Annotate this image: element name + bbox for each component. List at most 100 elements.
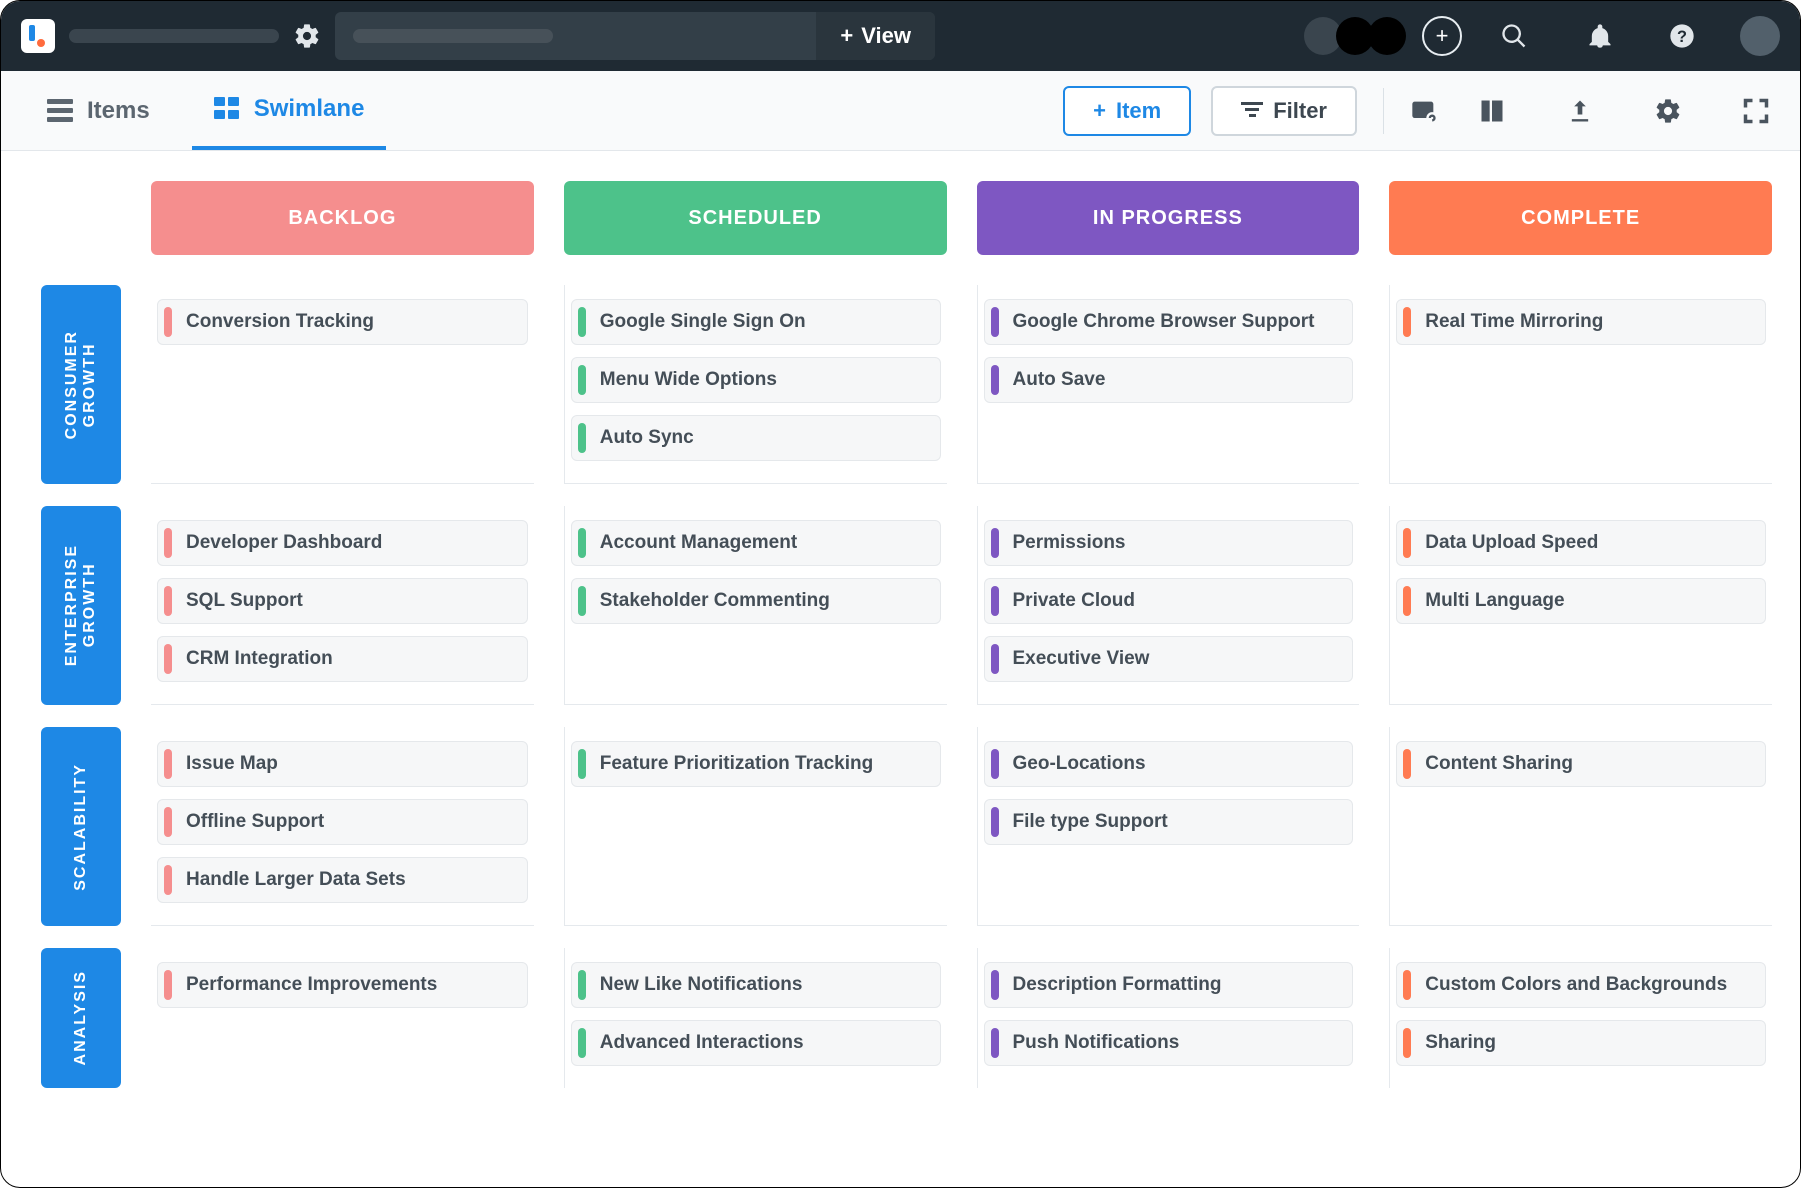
column-header-scheduled[interactable]: SCHEDULED bbox=[564, 181, 947, 255]
status-swatch bbox=[1403, 528, 1411, 559]
layout-icon[interactable] bbox=[1478, 97, 1506, 125]
logo[interactable] bbox=[21, 19, 55, 53]
status-swatch bbox=[578, 307, 586, 338]
card[interactable]: Google Single Sign On bbox=[571, 299, 941, 345]
column-header-label: SCHEDULED bbox=[688, 207, 821, 230]
status-swatch bbox=[991, 749, 999, 780]
add-member-button[interactable]: + bbox=[1422, 16, 1462, 56]
card[interactable]: Stakeholder Commenting bbox=[571, 578, 941, 624]
card-title: Permissions bbox=[1013, 532, 1126, 554]
card[interactable]: Issue Map bbox=[157, 741, 528, 787]
column-header-backlog[interactable]: BACKLOG bbox=[151, 181, 534, 255]
card-title: Push Notifications bbox=[1013, 1032, 1180, 1054]
status-swatch bbox=[578, 1028, 586, 1059]
cell-analysis-inprogress[interactable]: Description Formatting Push Notifications bbox=[977, 948, 1360, 1088]
card[interactable]: Offline Support bbox=[157, 799, 528, 845]
status-swatch bbox=[164, 307, 172, 338]
cell-enterprise-growth-backlog[interactable]: Developer Dashboard SQL Support CRM Integr… bbox=[151, 506, 534, 705]
card[interactable]: Auto Sync bbox=[571, 415, 941, 461]
card[interactable]: Performance Improvements bbox=[157, 962, 528, 1008]
card[interactable]: Geo-Locations bbox=[984, 741, 1354, 787]
status-swatch bbox=[991, 586, 999, 617]
bell-icon[interactable] bbox=[1586, 22, 1614, 50]
card[interactable]: Feature Prioritization Tracking bbox=[571, 741, 941, 787]
card-title: Conversion Tracking bbox=[186, 311, 374, 333]
help-icon[interactable]: ? bbox=[1668, 22, 1696, 50]
tab-swimlane[interactable]: Swimlane bbox=[192, 71, 387, 150]
card[interactable]: Private Cloud bbox=[984, 578, 1354, 624]
search-icon[interactable] bbox=[1500, 22, 1528, 50]
cell-enterprise-growth-inprogress[interactable]: Permissions Private Cloud Executive View bbox=[977, 506, 1360, 705]
cell-scalability-scheduled[interactable]: Feature Prioritization Tracking bbox=[564, 727, 947, 926]
status-swatch bbox=[991, 365, 999, 396]
card[interactable]: Advanced Interactions bbox=[571, 1020, 941, 1066]
card[interactable]: SQL Support bbox=[157, 578, 528, 624]
card[interactable]: Menu Wide Options bbox=[571, 357, 941, 403]
workspace-settings-gear-icon[interactable] bbox=[293, 22, 321, 50]
status-swatch bbox=[578, 586, 586, 617]
status-swatch bbox=[991, 307, 999, 338]
card[interactable]: Data Upload Speed bbox=[1396, 520, 1766, 566]
status-swatch bbox=[578, 423, 586, 454]
lane-label-text: SCALABILITY bbox=[72, 763, 90, 891]
cell-enterprise-growth-complete[interactable]: Data Upload Speed Multi Language bbox=[1389, 506, 1772, 705]
card[interactable]: Push Notifications bbox=[984, 1020, 1354, 1066]
lane-label-consumer-growth[interactable]: CONSUMERGROWTH bbox=[41, 285, 121, 484]
column-header-inprogress[interactable]: IN PROGRESS bbox=[977, 181, 1360, 255]
card[interactable]: Content Sharing bbox=[1396, 741, 1766, 787]
status-swatch bbox=[1403, 1028, 1411, 1059]
avatar[interactable] bbox=[1368, 17, 1406, 55]
card[interactable]: Real Time Mirroring bbox=[1396, 299, 1766, 345]
cell-consumer-growth-inprogress[interactable]: Google Chrome Browser Support Auto Save bbox=[977, 285, 1360, 484]
cell-consumer-growth-scheduled[interactable]: Google Single Sign On Menu Wide Options Au… bbox=[564, 285, 947, 484]
card[interactable]: Custom Colors and Backgrounds bbox=[1396, 962, 1766, 1008]
export-icon[interactable] bbox=[1566, 97, 1594, 125]
link-icon[interactable] bbox=[1410, 97, 1438, 125]
lane-label-analysis[interactable]: ANALYSIS bbox=[41, 948, 121, 1088]
cell-scalability-backlog[interactable]: Issue Map Offline Support Handle Larger Da… bbox=[151, 727, 534, 926]
card[interactable]: File type Support bbox=[984, 799, 1354, 845]
card[interactable]: Permissions bbox=[984, 520, 1354, 566]
card[interactable]: Account Management bbox=[571, 520, 941, 566]
lane-label-text: ANALYSIS bbox=[72, 970, 90, 1065]
card-title: Real Time Mirroring bbox=[1425, 311, 1603, 333]
card[interactable]: Multi Language bbox=[1396, 578, 1766, 624]
card-title: Advanced Interactions bbox=[600, 1032, 804, 1054]
card-title: Sharing bbox=[1425, 1032, 1496, 1054]
tab-items[interactable]: Items bbox=[25, 71, 172, 150]
card[interactable]: Executive View bbox=[984, 636, 1354, 682]
cell-enterprise-growth-scheduled[interactable]: Account Management Stakeholder Commenting bbox=[564, 506, 947, 705]
cell-scalability-inprogress[interactable]: Geo-Locations File type Support bbox=[977, 727, 1360, 926]
add-view-button[interactable]: + View bbox=[816, 12, 935, 60]
app-frame: + View + ? Items Swimlane bbox=[0, 0, 1801, 1188]
topbar: + View + ? bbox=[1, 1, 1800, 71]
card[interactable]: New Like Notifications bbox=[571, 962, 941, 1008]
cell-analysis-scheduled[interactable]: New Like Notifications Advanced Interacti… bbox=[564, 948, 947, 1088]
settings-gear-icon[interactable] bbox=[1654, 97, 1682, 125]
card[interactable]: Sharing bbox=[1396, 1020, 1766, 1066]
card[interactable]: Description Formatting bbox=[984, 962, 1354, 1008]
search-input[interactable] bbox=[335, 29, 816, 43]
lane-label-scalability[interactable]: SCALABILITY bbox=[41, 727, 121, 926]
status-swatch bbox=[991, 644, 999, 675]
card[interactable]: Google Chrome Browser Support bbox=[984, 299, 1354, 345]
status-swatch bbox=[164, 644, 172, 675]
cell-analysis-backlog[interactable]: Performance Improvements bbox=[151, 948, 534, 1088]
card[interactable]: Conversion Tracking bbox=[157, 299, 528, 345]
cell-consumer-growth-complete[interactable]: Real Time Mirroring bbox=[1389, 285, 1772, 484]
card[interactable]: Developer Dashboard bbox=[157, 520, 528, 566]
add-view-label: View bbox=[861, 23, 911, 49]
card[interactable]: Auto Save bbox=[984, 357, 1354, 403]
lane-label-enterprise-growth[interactable]: ENTERPRISEGROWTH bbox=[41, 506, 121, 705]
user-avatar[interactable] bbox=[1740, 16, 1780, 56]
cell-analysis-complete[interactable]: Custom Colors and Backgrounds Sharing bbox=[1389, 948, 1772, 1088]
cell-consumer-growth-backlog[interactable]: Conversion Tracking bbox=[151, 285, 534, 484]
card[interactable]: CRM Integration bbox=[157, 636, 528, 682]
card-title: Data Upload Speed bbox=[1425, 532, 1598, 554]
fullscreen-icon[interactable] bbox=[1742, 97, 1770, 125]
filter-button[interactable]: Filter bbox=[1211, 86, 1357, 136]
add-item-button[interactable]: + Item bbox=[1063, 86, 1191, 136]
column-header-complete[interactable]: COMPLETE bbox=[1389, 181, 1772, 255]
cell-scalability-complete[interactable]: Content Sharing bbox=[1389, 727, 1772, 926]
card[interactable]: Handle Larger Data Sets bbox=[157, 857, 528, 903]
